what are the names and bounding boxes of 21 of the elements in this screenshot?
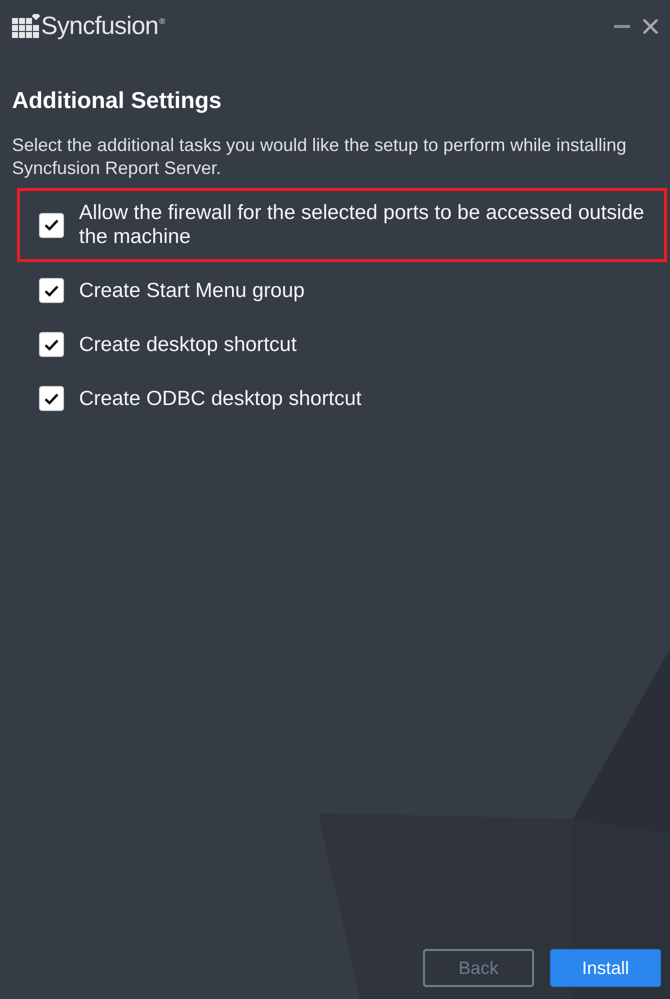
checkbox[interactable] xyxy=(39,386,64,411)
checkmark-icon xyxy=(44,284,59,296)
option-label: Allow the firewall for the selected ports to be accessed outside the machine xyxy=(79,201,646,249)
checkbox[interactable] xyxy=(39,212,64,238)
close-icon xyxy=(642,18,658,34)
logo-icon xyxy=(12,14,40,38)
page-title: Additional Settings xyxy=(11,86,223,115)
brand-name: Syncfusion xyxy=(41,12,158,40)
page-description: Select the additional tasks you would like the setup to perform while installing Syncfusion Report Server. xyxy=(11,134,628,180)
checkmark-icon xyxy=(44,392,59,404)
option-label: Create ODBC desktop shortcut xyxy=(79,386,362,410)
install-button[interactable]: Install xyxy=(550,949,661,987)
minimize-icon xyxy=(614,24,630,28)
registered-mark: ® xyxy=(159,18,166,26)
option-label: Create Start Menu group xyxy=(79,278,305,302)
checkbox[interactable] xyxy=(39,278,64,303)
close-button[interactable] xyxy=(640,16,660,36)
checkmark-icon xyxy=(44,338,59,350)
checkbox[interactable] xyxy=(39,332,64,357)
checkmark-icon xyxy=(44,219,59,231)
option-label: Create desktop shortcut xyxy=(79,332,297,356)
